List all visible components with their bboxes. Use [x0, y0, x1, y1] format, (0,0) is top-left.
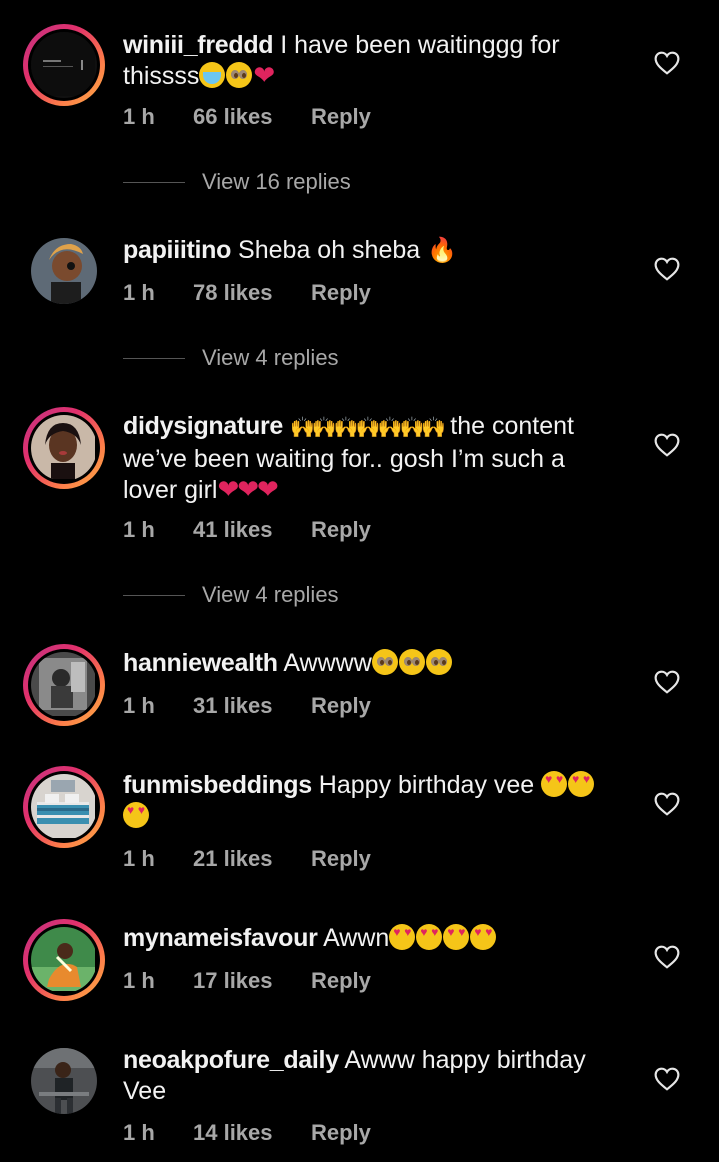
avatar	[31, 32, 97, 98]
comment-meta: 1 h 17 likes Reply	[123, 968, 371, 994]
replies-divider	[123, 357, 185, 359]
reply-button[interactable]: Reply	[311, 517, 371, 543]
avatar-story-ring[interactable]	[23, 766, 105, 848]
view-replies-button[interactable]: View 4 replies	[123, 582, 339, 608]
comment-text: neoakpofure_daily Awww happy birthday Ve…	[123, 1045, 623, 1107]
comment-meta: 1 h 21 likes Reply	[123, 846, 371, 872]
comment-time: 1 h	[123, 968, 155, 993]
comment-text: mynameisfavour Awwn	[123, 923, 623, 954]
avatar[interactable]	[31, 1048, 97, 1114]
comment-likes[interactable]: 31 likes	[193, 693, 311, 719]
raising-hands-emoji: 🙌🙌🙌🙌🙌🙌🙌	[289, 417, 446, 439]
comment-body-spacer	[283, 412, 290, 440]
avatar	[31, 415, 97, 481]
comment-time: 1 h	[123, 517, 155, 542]
comment-username[interactable]: hanniewealth	[123, 649, 278, 677]
comment-likes[interactable]: 78 likes	[193, 280, 311, 306]
view-replies-label: View 4 replies	[202, 345, 339, 370]
heart-eyes-emoji	[416, 924, 443, 950]
reply-button[interactable]: Reply	[311, 1120, 371, 1146]
comment-meta: 1 h 31 likes Reply	[123, 693, 371, 719]
comment-username[interactable]: funmisbeddings	[123, 771, 312, 799]
avatar-story-ring[interactable]	[23, 919, 105, 1001]
heart-eyes-emoji	[541, 771, 568, 797]
sob-emoji	[199, 62, 226, 88]
heart-eyes-emoji	[470, 924, 497, 950]
comment-text: papiiitino Sheba oh sheba 🔥	[123, 235, 623, 266]
comment-likes[interactable]: 66 likes	[193, 104, 311, 130]
comment-body: Happy birthday vee	[311, 771, 542, 799]
comment-likes[interactable]: 17 likes	[193, 968, 311, 994]
heart-outline-icon[interactable]	[654, 433, 680, 457]
comment-text: winiii_freddd I have been waitinggg for …	[123, 30, 623, 92]
comment-likes[interactable]: 41 likes	[193, 517, 311, 543]
comment-time: 1 h	[123, 104, 155, 129]
heart-outline-icon[interactable]	[654, 670, 680, 694]
reply-button[interactable]: Reply	[311, 693, 371, 719]
heart-eyes-emoji	[568, 771, 595, 797]
red-heart-emoji: ❤❤❤	[217, 474, 278, 504]
heart-eyes-emoji	[123, 802, 149, 828]
view-replies-label: View 4 replies	[202, 582, 339, 607]
red-heart-emoji: ❤	[253, 60, 275, 90]
reply-button[interactable]: Reply	[311, 280, 371, 306]
comment-meta: 1 h 78 likes Reply	[123, 280, 371, 306]
comment-likes[interactable]: 21 likes	[193, 846, 311, 872]
pleading-face-emoji	[425, 649, 452, 675]
heart-outline-icon[interactable]	[654, 51, 680, 75]
pleading-face-emoji	[371, 649, 398, 675]
comment-time: 1 h	[123, 693, 155, 718]
avatar-story-ring[interactable]	[23, 24, 105, 106]
comment-meta: 1 h 14 likes Reply	[123, 1120, 371, 1146]
comment-username[interactable]: mynameisfavour	[123, 924, 318, 952]
comment-username[interactable]: winiii_freddd	[123, 31, 274, 59]
heart-eyes-emoji	[389, 924, 416, 950]
avatar	[31, 774, 97, 840]
comment-text: funmisbeddings Happy birthday vee	[123, 770, 623, 832]
heart-outline-icon[interactable]	[654, 945, 680, 969]
pleading-face-emoji	[226, 62, 253, 88]
replies-divider	[123, 181, 185, 183]
comment-time: 1 h	[123, 846, 155, 871]
heart-outline-icon[interactable]	[654, 1067, 680, 1091]
comment-text: didysignature 🙌🙌🙌🙌🙌🙌🙌 the content we’ve …	[123, 411, 623, 506]
comment-time: 1 h	[123, 280, 155, 305]
comment-body: Sheba oh sheba	[231, 236, 428, 264]
comment-time: 1 h	[123, 1120, 155, 1145]
comment-text: hanniewealth Awwww	[123, 648, 623, 679]
avatar	[31, 652, 97, 718]
avatar-story-ring[interactable]	[23, 644, 105, 726]
pleading-face-emoji	[398, 649, 425, 675]
reply-button[interactable]: Reply	[311, 968, 371, 994]
comment-body: Awwn	[317, 924, 390, 952]
avatar	[31, 927, 97, 993]
fire-emoji: 🔥	[427, 237, 457, 264]
comment-meta: 1 h 66 likes Reply	[123, 104, 371, 130]
reply-button[interactable]: Reply	[311, 104, 371, 130]
heart-eyes-emoji	[443, 924, 470, 950]
heart-outline-icon[interactable]	[654, 792, 680, 816]
heart-outline-icon[interactable]	[654, 257, 680, 281]
view-replies-button[interactable]: View 16 replies	[123, 169, 351, 195]
comment-username[interactable]: didysignature	[123, 412, 283, 440]
comment-body: Awwww	[277, 649, 372, 677]
comment-username[interactable]: neoakpofure_daily	[123, 1046, 339, 1074]
avatar-story-ring[interactable]	[23, 407, 105, 489]
view-replies-button[interactable]: View 4 replies	[123, 345, 339, 371]
view-replies-label: View 16 replies	[202, 169, 351, 194]
comment-username[interactable]: papiiitino	[123, 236, 231, 264]
avatar[interactable]	[31, 238, 97, 304]
comment-likes[interactable]: 14 likes	[193, 1120, 311, 1146]
reply-button[interactable]: Reply	[311, 846, 371, 872]
replies-divider	[123, 594, 185, 596]
comment-meta: 1 h 41 likes Reply	[123, 517, 371, 543]
